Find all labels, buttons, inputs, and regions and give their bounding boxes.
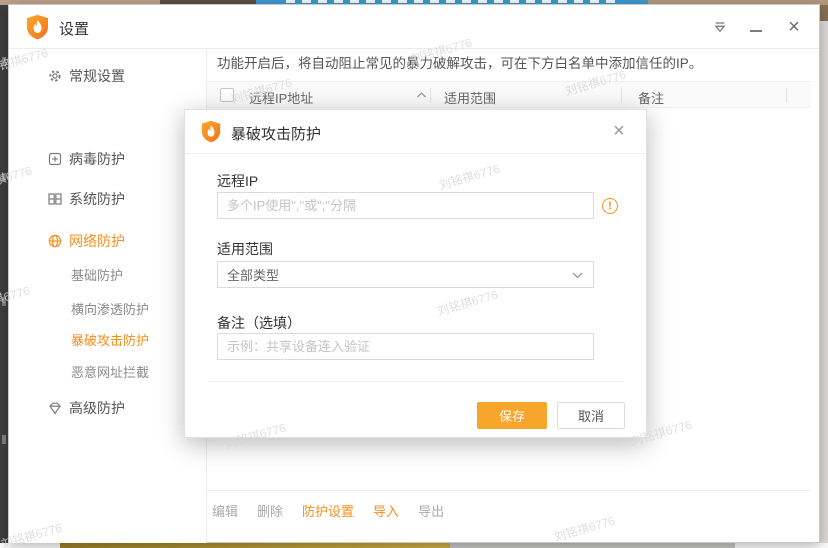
app-logo-icon xyxy=(26,14,49,40)
remote-ip-label: 远程IP xyxy=(217,171,258,191)
cancel-button[interactable]: 取消 xyxy=(557,402,625,429)
remote-ip-input[interactable] xyxy=(217,192,594,219)
virus-shield-icon xyxy=(47,151,63,167)
gear-icon xyxy=(47,68,63,84)
column-remote-ip[interactable]: 远程IP地址 xyxy=(249,88,313,107)
column-divider xyxy=(430,88,431,103)
settings-window: 设置 × 常规设置 病 xyxy=(8,4,820,543)
screen: 设置 × 常规设置 病 xyxy=(0,0,828,548)
column-divider xyxy=(621,88,622,103)
desktop-background xyxy=(450,543,735,548)
window-title: 设置 xyxy=(59,18,89,39)
chevron-down-icon xyxy=(572,272,583,279)
app-logo-icon xyxy=(201,120,221,143)
minimize-button[interactable] xyxy=(745,16,767,38)
sidebar-item-basic-protection[interactable]: 基础防护 xyxy=(9,264,207,284)
globe-icon xyxy=(47,233,63,249)
dialog-footer-divider xyxy=(209,381,624,382)
titlebar: 设置 × xyxy=(9,5,819,49)
sidebar-item-system[interactable]: 系统防护 xyxy=(9,189,207,209)
system-grid-icon xyxy=(47,191,63,207)
column-note[interactable]: 备注 xyxy=(638,88,664,107)
sidebar-item-lateral-protection[interactable]: 横向渗透防护 xyxy=(9,298,207,318)
sidebar-item-advanced[interactable]: 高级防护 xyxy=(9,398,207,418)
column-divider xyxy=(786,88,787,103)
whitelist-table-header: 远程IP地址 适用范围 备注 xyxy=(207,81,811,108)
bruteforce-protection-dialog: 暴破攻击防护 × 远程IP ! 适用范围 全部类型 备注（选填） 保存 取消 xyxy=(184,109,647,438)
background-titlebar-text xyxy=(286,0,616,3)
desktop-background xyxy=(820,21,828,543)
dialog-close-icon[interactable]: × xyxy=(607,119,631,143)
select-all-checkbox[interactable] xyxy=(220,88,234,102)
export-action[interactable]: 导出 xyxy=(418,501,444,520)
diamond-icon xyxy=(47,400,63,416)
sidebar-item-bruteforce-protection[interactable]: 暴破攻击防护 xyxy=(9,329,207,349)
scope-selected-value: 全部类型 xyxy=(227,265,279,284)
save-button[interactable]: 保存 xyxy=(477,402,547,429)
scope-label: 适用范围 xyxy=(217,239,273,259)
edit-action[interactable]: 编辑 xyxy=(212,501,238,520)
sort-ascending-icon[interactable] xyxy=(416,91,427,99)
background-window-edge xyxy=(0,5,8,543)
desktop-background xyxy=(60,543,450,548)
feature-description: 功能开启后，将自动阻止常见的暴力破解攻击，可在下方白名单中添加信任的IP。 xyxy=(217,52,702,72)
sidebar-item-general[interactable]: 常规设置 xyxy=(9,66,207,86)
import-action[interactable]: 导入 xyxy=(373,501,399,520)
warning-icon: ! xyxy=(602,198,618,214)
note-label: 备注（选填） xyxy=(217,313,301,333)
sidebar-item-virus[interactable]: 病毒防护 xyxy=(9,149,207,169)
protection-settings-action[interactable]: 防护设置 xyxy=(302,501,354,520)
sidebar-item-network[interactable]: 网络防护 xyxy=(9,231,207,251)
footer-actions: 编辑 删除 防护设置 导入 导出 xyxy=(212,501,444,520)
sidebar-item-malicious-url[interactable]: 恶意网址拦截 xyxy=(9,361,207,381)
desktop-background xyxy=(820,5,828,21)
footer-divider xyxy=(207,490,811,491)
main-menu-icon[interactable] xyxy=(709,16,731,38)
note-input[interactable] xyxy=(217,333,594,360)
column-scope[interactable]: 适用范围 xyxy=(444,88,496,107)
dialog-title: 暴破攻击防护 xyxy=(231,123,321,144)
scope-select[interactable]: 全部类型 xyxy=(217,261,594,288)
dialog-titlebar: 暴破攻击防护 × xyxy=(185,110,646,154)
delete-action[interactable]: 删除 xyxy=(257,501,283,520)
sidebar: 常规设置 病毒防护 系统防护 网络防护 xyxy=(9,50,207,543)
close-button[interactable]: × xyxy=(783,16,805,38)
